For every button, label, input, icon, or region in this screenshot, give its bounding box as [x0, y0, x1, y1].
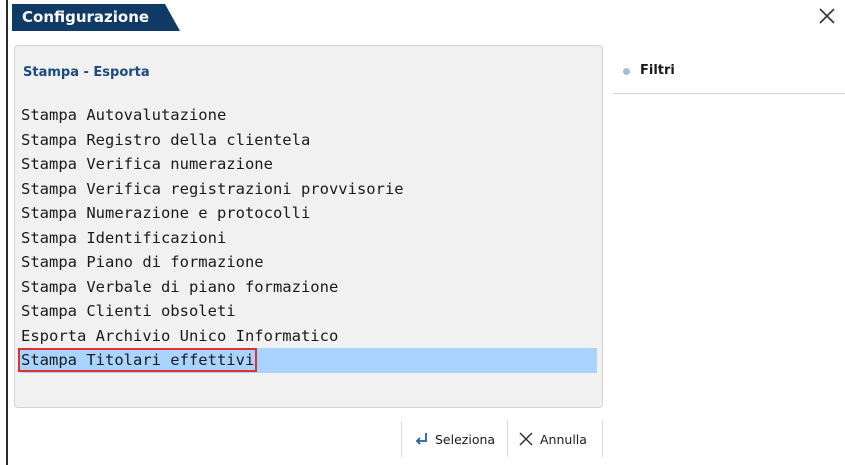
menu-item-stampa-registro-clientela[interactable]: Stampa Registro della clientela — [20, 128, 597, 153]
window-left-border — [6, 0, 8, 465]
close-icon — [519, 432, 533, 446]
filter-link[interactable]: Filtri — [613, 45, 845, 94]
filter-label: Filtri — [640, 63, 675, 78]
menu-item-stampa-numerazione-protocolli[interactable]: Stampa Numerazione e protocolli — [20, 201, 597, 226]
menu-item-stampa-verifica-registrazioni[interactable]: Stampa Verifica registrazioni provvisori… — [20, 177, 597, 202]
menu-item-stampa-verbale-piano[interactable]: Stampa Verbale di piano formazione — [20, 275, 597, 300]
menu-item-stampa-clienti-obsoleti[interactable]: Stampa Clienti obsoleti — [20, 299, 597, 324]
menu-list: Stampa Autovalutazione Stampa Registro d… — [17, 103, 597, 373]
cancel-button-label: Annulla — [540, 431, 587, 447]
menu-item-stampa-piano-formazione[interactable]: Stampa Piano di formazione — [20, 250, 597, 275]
select-button[interactable]: Seleziona — [401, 421, 505, 457]
menu-panel: Stampa - Esporta Stampa Autovalutazione … — [14, 45, 603, 408]
menu-item-esporta-archivio-unico[interactable]: Esporta Archivio Unico Informatico — [20, 324, 597, 349]
bullet-icon — [623, 68, 630, 75]
menu-item-stampa-verifica-numerazione[interactable]: Stampa Verifica numerazione — [20, 152, 597, 177]
panel-title: Stampa - Esporta — [23, 65, 150, 80]
menu-item-stampa-autovalutazione[interactable]: Stampa Autovalutazione — [20, 103, 597, 128]
menu-item-stampa-identificazioni[interactable]: Stampa Identificazioni — [20, 226, 597, 251]
select-button-label: Seleziona — [435, 431, 496, 447]
window-title: Configurazione — [12, 4, 180, 31]
cancel-button[interactable]: Annulla — [507, 421, 603, 457]
enter-icon — [415, 433, 427, 445]
close-icon[interactable] — [817, 6, 837, 26]
menu-item-stampa-titolari-effettivi[interactable]: Stampa Titolari effettivi — [17, 348, 597, 373]
